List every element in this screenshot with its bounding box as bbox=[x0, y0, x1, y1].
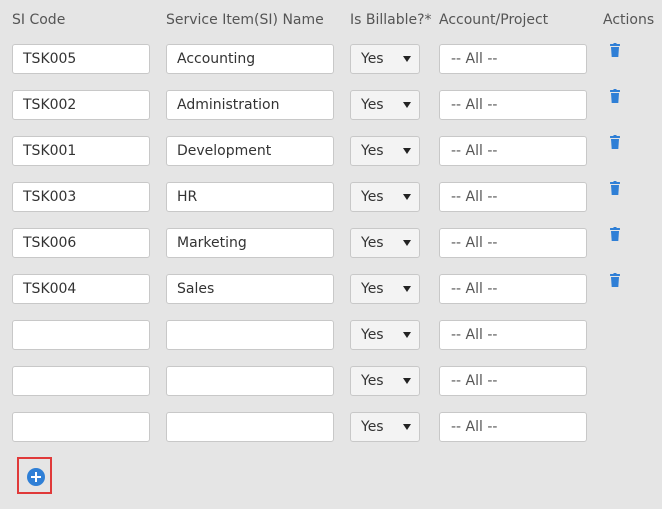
si-name-input[interactable] bbox=[166, 320, 334, 350]
billable-value: Yes bbox=[361, 419, 384, 435]
account-select[interactable]: -- All -- bbox=[439, 320, 587, 350]
billable-value: Yes bbox=[361, 373, 384, 389]
table-row: TSK002 Administration Yes -- All -- bbox=[0, 88, 662, 120]
caret-down-icon bbox=[403, 286, 411, 292]
table-row: TSK005 Accounting Yes -- All -- bbox=[0, 42, 662, 74]
account-select[interactable]: -- All -- bbox=[439, 228, 587, 258]
header-si-name: Service Item(SI) Name bbox=[166, 12, 324, 28]
si-name-input[interactable] bbox=[166, 366, 334, 396]
caret-down-icon bbox=[403, 56, 411, 62]
billable-select[interactable]: Yes bbox=[350, 274, 420, 304]
trash-icon[interactable] bbox=[610, 180, 620, 195]
header-billable: Is Billable?* bbox=[350, 12, 432, 28]
si-code-input[interactable]: TSK001 bbox=[12, 136, 150, 166]
billable-value: Yes bbox=[361, 281, 384, 297]
table-row: Yes -- All -- bbox=[0, 366, 662, 396]
trash-icon[interactable] bbox=[610, 272, 620, 287]
caret-down-icon bbox=[403, 148, 411, 154]
header-actions: Actions bbox=[603, 12, 655, 28]
account-select[interactable]: -- All -- bbox=[439, 274, 587, 304]
table-row: TSK003 HR Yes -- All -- bbox=[0, 180, 662, 212]
billable-value: Yes bbox=[361, 51, 384, 67]
table-row: Yes -- All -- bbox=[0, 320, 662, 350]
caret-down-icon bbox=[403, 424, 411, 430]
billable-select[interactable]: Yes bbox=[350, 228, 420, 258]
si-code-input[interactable]: TSK002 bbox=[12, 90, 150, 120]
trash-icon[interactable] bbox=[610, 42, 620, 57]
caret-down-icon bbox=[403, 378, 411, 384]
table-row: Yes -- All -- bbox=[0, 412, 662, 442]
billable-value: Yes bbox=[361, 97, 384, 113]
add-row-highlight bbox=[17, 457, 52, 494]
si-name-input[interactable]: Marketing bbox=[166, 228, 334, 258]
billable-value: Yes bbox=[361, 327, 384, 343]
si-code-input[interactable]: TSK005 bbox=[12, 44, 150, 74]
account-select[interactable]: -- All -- bbox=[439, 366, 587, 396]
add-row-button[interactable] bbox=[27, 468, 45, 486]
si-name-input[interactable]: HR bbox=[166, 182, 334, 212]
si-code-input[interactable] bbox=[12, 366, 150, 396]
si-name-input[interactable] bbox=[166, 412, 334, 442]
si-code-input[interactable]: TSK006 bbox=[12, 228, 150, 258]
table-row: TSK001 Development Yes -- All -- bbox=[0, 134, 662, 166]
billable-value: Yes bbox=[361, 143, 384, 159]
caret-down-icon bbox=[403, 194, 411, 200]
caret-down-icon bbox=[403, 240, 411, 246]
billable-value: Yes bbox=[361, 235, 384, 251]
account-select[interactable]: -- All -- bbox=[439, 136, 587, 166]
account-select[interactable]: -- All -- bbox=[439, 90, 587, 120]
billable-select[interactable]: Yes bbox=[350, 366, 420, 396]
si-code-input[interactable]: TSK004 bbox=[12, 274, 150, 304]
si-name-input[interactable]: Sales bbox=[166, 274, 334, 304]
si-name-input[interactable]: Administration bbox=[166, 90, 334, 120]
si-name-input[interactable]: Accounting bbox=[166, 44, 334, 74]
header-account: Account/Project bbox=[439, 12, 549, 28]
table-row: TSK004 Sales Yes -- All -- bbox=[0, 272, 662, 304]
trash-icon[interactable] bbox=[610, 226, 620, 241]
billable-select[interactable]: Yes bbox=[350, 182, 420, 212]
table-row: TSK006 Marketing Yes -- All -- bbox=[0, 226, 662, 258]
billable-select[interactable]: Yes bbox=[350, 136, 420, 166]
si-code-input[interactable]: TSK003 bbox=[12, 182, 150, 212]
caret-down-icon bbox=[403, 332, 411, 338]
trash-icon[interactable] bbox=[610, 88, 620, 103]
billable-select[interactable]: Yes bbox=[350, 320, 420, 350]
account-select[interactable]: -- All -- bbox=[439, 182, 587, 212]
billable-select[interactable]: Yes bbox=[350, 90, 420, 120]
header-si-code: SI Code bbox=[12, 12, 66, 28]
si-name-input[interactable]: Development bbox=[166, 136, 334, 166]
caret-down-icon bbox=[403, 102, 411, 108]
billable-select[interactable]: Yes bbox=[350, 412, 420, 442]
billable-value: Yes bbox=[361, 189, 384, 205]
account-select[interactable]: -- All -- bbox=[439, 44, 587, 74]
billable-select[interactable]: Yes bbox=[350, 44, 420, 74]
trash-icon[interactable] bbox=[610, 134, 620, 149]
account-select[interactable]: -- All -- bbox=[439, 412, 587, 442]
si-code-input[interactable] bbox=[12, 320, 150, 350]
si-code-input[interactable] bbox=[12, 412, 150, 442]
